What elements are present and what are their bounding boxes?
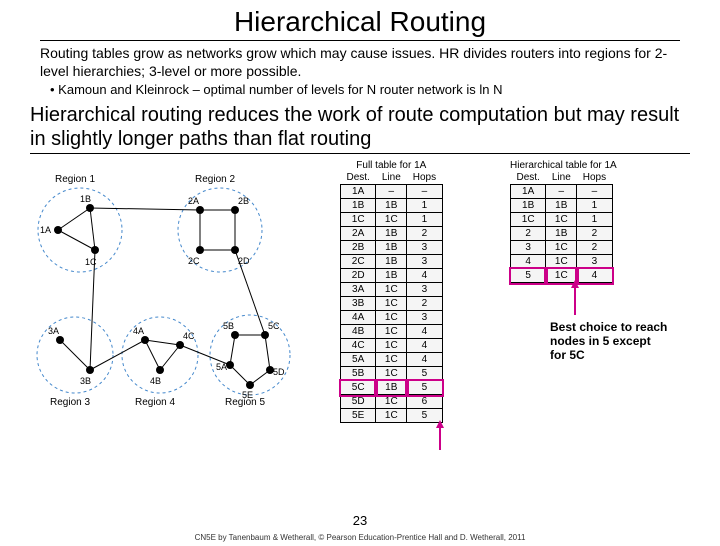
col-hops: Hops <box>407 171 442 185</box>
table-row: 5B1C5 <box>341 367 443 381</box>
table-row: 41C3 <box>511 255 613 269</box>
svg-text:4A: 4A <box>133 326 144 336</box>
region1-label: Region 1 <box>55 174 95 185</box>
annotation-text: Best choice to reach nodes in 5 except f… <box>550 320 670 362</box>
svg-text:4B: 4B <box>150 376 161 386</box>
table-row: 2D1B4 <box>341 269 443 283</box>
svg-text:1B: 1B <box>80 194 91 204</box>
intro-text: Routing tables grow as networks grow whi… <box>40 45 680 80</box>
svg-text:2B: 2B <box>238 196 249 206</box>
table-row: 1C1C1 <box>341 213 443 227</box>
full-routing-table: Dest.LineHops 1A––1B1B11C1C12A1B22B1B32C… <box>340 171 443 423</box>
col-hops2: Hops <box>577 171 612 185</box>
table-row: 2A1B2 <box>341 227 443 241</box>
table-row: 3A1C3 <box>341 283 443 297</box>
table-row: 3B1C2 <box>341 297 443 311</box>
col-dest: Dest. <box>341 171 376 185</box>
svg-text:5C: 5C <box>268 321 280 331</box>
region3-label: Region 3 <box>50 397 90 408</box>
table-row: 1B1B1 <box>341 199 443 213</box>
bullet-kamoun: • Kamoun and Kleinrock – optimal number … <box>50 82 680 97</box>
col-dest2: Dest. <box>511 171 546 185</box>
region4-label: Region 4 <box>135 397 175 408</box>
table-row: 21B2 <box>511 227 613 241</box>
table-row: 1A–– <box>511 185 613 199</box>
bullet-text: Kamoun and Kleinrock – optimal number of… <box>58 82 502 97</box>
table-row: 5A1C4 <box>341 353 443 367</box>
table-row: 2B1B3 <box>341 241 443 255</box>
col-line: Line <box>376 171 407 185</box>
table-row: 1A–– <box>341 185 443 199</box>
hier-routing-table: Dest.LineHops 1A––1B1B11C1C121B231C241C3… <box>510 171 613 283</box>
svg-text:5B: 5B <box>223 321 234 331</box>
footer-credit: CN5E by Tanenbaum & Wetherall, © Pearson… <box>0 533 720 542</box>
slide-title: Hierarchical Routing <box>40 6 680 41</box>
svg-text:2A: 2A <box>188 196 199 206</box>
svg-text:5E: 5E <box>242 390 253 400</box>
full-table-title: Full table for 1A <box>340 160 443 171</box>
region2-label: Region 2 <box>195 174 235 185</box>
network-diagram: Region 1 1B 1A 1C Region 2 2A 2B 2C 2D R… <box>20 170 320 470</box>
svg-text:4C: 4C <box>183 331 195 341</box>
svg-text:2C: 2C <box>188 256 200 266</box>
page-number: 23 <box>0 513 720 528</box>
table-row: 51C4 <box>511 269 613 283</box>
table-row: 1C1C1 <box>511 213 613 227</box>
figure-container: Region 1 1B 1A 1C Region 2 2A 2B 2C 2D R… <box>20 160 700 480</box>
col-line2: Line <box>546 171 577 185</box>
table-row: 4A1C3 <box>341 311 443 325</box>
table-row: 4B1C4 <box>341 325 443 339</box>
subheading-text: Hierarchical routing reduces the work of… <box>30 103 690 154</box>
table-row: 2C1B3 <box>341 255 443 269</box>
table-row: 5E1C5 <box>341 409 443 423</box>
svg-text:1A: 1A <box>40 225 51 235</box>
table-row: 1B1B1 <box>511 199 613 213</box>
svg-text:3B: 3B <box>80 376 91 386</box>
svg-text:1C: 1C <box>85 257 97 267</box>
hier-table-title: Hierarchical table for 1A <box>510 160 617 171</box>
svg-text:5D: 5D <box>273 367 285 377</box>
svg-text:3A: 3A <box>48 326 59 336</box>
table-row: 5C1B5 <box>341 381 443 395</box>
table-row: 31C2 <box>511 241 613 255</box>
table-row: 5D1C6 <box>341 395 443 409</box>
table-row: 4C1C4 <box>341 339 443 353</box>
